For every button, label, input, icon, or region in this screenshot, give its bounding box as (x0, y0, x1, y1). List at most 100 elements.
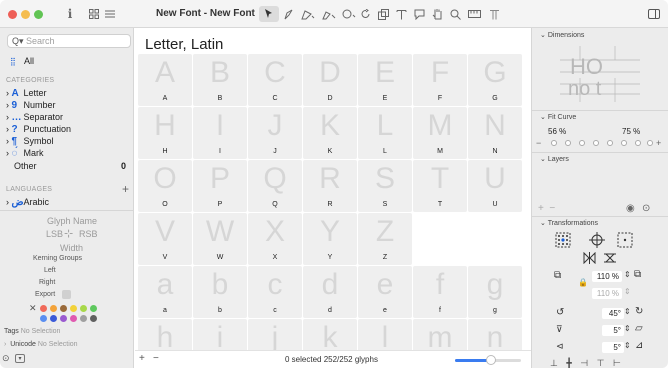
disclosure-arrow-icon[interactable]: › (6, 100, 9, 110)
lock-proportions-icon[interactable]: 🔒 (578, 278, 588, 287)
fit-curve-right-value[interactable]: 75 % (622, 127, 640, 136)
glyph-cell[interactable]: bb (193, 266, 247, 318)
color-swatch[interactable] (90, 315, 97, 322)
glyph-cell[interactable]: JJ (248, 107, 302, 159)
type-tool-icon[interactable] (488, 6, 501, 22)
search-input[interactable]: Q▾ Search (7, 34, 131, 48)
tags-row[interactable]: Tags No Selection (4, 328, 60, 335)
add-language-button[interactable]: + (122, 182, 129, 196)
align-tools-icons[interactable]: ⊥ ╋ ⊣ ⊤ ⊢ (550, 358, 624, 368)
glyph-cell[interactable]: k (303, 319, 357, 354)
glyph-cell[interactable]: NN (468, 107, 522, 159)
draw-tool-icon[interactable] (299, 6, 317, 22)
color-swatch[interactable] (40, 315, 47, 322)
disclosure-arrow-icon[interactable]: › (6, 112, 9, 122)
sidebar-item-separator[interactable]: › … Separator (6, 112, 63, 123)
glyph-cell[interactable]: i (193, 319, 247, 354)
color-swatch[interactable] (50, 305, 57, 312)
slant-x-field[interactable]: 5° (602, 325, 624, 336)
scale-up-icon[interactable]: ⧉ (634, 269, 641, 280)
glyph-cell[interactable]: l (358, 319, 412, 354)
glyph-name-field[interactable]: Glyph Name (47, 216, 97, 226)
rotate-tool-icon[interactable] (360, 6, 372, 22)
disclosure-arrow-icon[interactable]: › (6, 136, 9, 146)
sidebar-item-all[interactable]: ⣿ All (10, 56, 34, 66)
disclosure-arrow-icon[interactable]: › (6, 88, 9, 98)
glyph-cell[interactable]: n (468, 319, 522, 354)
disclosure-arrow-icon[interactable]: › (6, 197, 9, 207)
zoom-slider-knob[interactable] (486, 355, 497, 365)
glyph-cell[interactable]: LL (358, 107, 412, 159)
glyph-cell[interactable]: HH (138, 107, 192, 159)
pen-tool-icon[interactable] (281, 6, 295, 22)
fit-curve-left-value[interactable]: 56 % (548, 127, 566, 136)
glyph-cell[interactable]: gg (468, 266, 522, 318)
glyph-cell[interactable]: SS (358, 160, 412, 212)
color-swatch[interactable] (70, 315, 77, 322)
glyph-cell[interactable]: cc (248, 266, 302, 318)
layer-options-icon[interactable]: ⊙ (642, 203, 650, 214)
hand-tool-icon[interactable] (431, 6, 444, 22)
color-swatch[interactable] (90, 305, 97, 312)
glyph-cell[interactable]: dd (303, 266, 357, 318)
measure-tool-icon[interactable] (467, 6, 482, 22)
add-layer-button[interactable]: + − (538, 203, 555, 214)
glyph-cell[interactable]: II (193, 107, 247, 159)
zoom-tool-icon[interactable] (449, 6, 462, 22)
slant-right-icon[interactable]: ▱ (635, 323, 643, 334)
glyph-cell[interactable]: WW (193, 213, 247, 265)
color-swatch[interactable] (50, 315, 57, 322)
unicode-row[interactable]: › Unicode No Selection (4, 341, 78, 348)
glyph-cell[interactable]: VV (138, 213, 192, 265)
fit-curve-section[interactable]: ⌄ Fit Curve (540, 113, 576, 121)
component-tool-icon[interactable] (377, 6, 390, 22)
skew-right-icon[interactable]: ⊿ (635, 340, 643, 351)
grid-view-icon[interactable] (88, 6, 100, 22)
glyph-cell[interactable]: TT (413, 160, 467, 212)
glyph-cell[interactable]: ff (413, 266, 467, 318)
shape-tool-icon[interactable] (340, 6, 358, 22)
glyph-cell[interactable]: h (138, 319, 192, 354)
color-swatch[interactable] (60, 315, 67, 322)
slant-y-field[interactable]: 5° (602, 342, 624, 353)
flip-controls[interactable] (582, 251, 622, 265)
glyph-cell[interactable]: aa (138, 266, 192, 318)
glyph-cell[interactable]: QQ (248, 160, 302, 212)
scale-y-field[interactable]: 110 % (592, 288, 622, 299)
slant-x-stepper[interactable]: ⇕ (624, 324, 631, 333)
rotate-cw-icon[interactable]: ↻ (635, 306, 643, 317)
filter-dropdown-icon[interactable]: ▾ (15, 354, 25, 363)
slant-left-icon[interactable]: ⊽ (556, 324, 563, 335)
glyph-cell[interactable]: j (248, 319, 302, 354)
text-tool-icon[interactable] (395, 6, 408, 22)
minimize-window-button[interactable] (21, 10, 30, 19)
glyph-cell[interactable]: BB (193, 54, 247, 106)
zoom-window-button[interactable] (34, 10, 43, 19)
glyph-cell[interactable]: ee (358, 266, 412, 318)
export-checkbox[interactable] (62, 290, 71, 299)
scale-x-stepper[interactable]: ⇕ (624, 270, 631, 279)
info-icon[interactable]: i (65, 6, 75, 22)
disclosure-arrow-icon[interactable]: › (4, 341, 6, 348)
glyph-cell[interactable]: KK (303, 107, 357, 159)
glyph-cell[interactable]: OO (138, 160, 192, 212)
sidebar-item-number[interactable]: › 9 Number (6, 100, 56, 111)
glyph-cell[interactable]: FF (413, 54, 467, 106)
sidebar-toggle-icon[interactable] (647, 6, 660, 22)
glyph-cell[interactable]: ZZ (358, 213, 412, 265)
zoom-slider[interactable] (455, 355, 521, 365)
glyph-cell[interactable]: m (413, 319, 467, 354)
sidebar-item-punctuation[interactable]: › ? Punctuation (6, 124, 71, 135)
disclosure-arrow-icon[interactable]: › (6, 124, 9, 134)
sidebar-item-other[interactable]: Other 0 (14, 161, 126, 171)
glyph-cell[interactable]: EE (358, 54, 412, 106)
glyph-cell[interactable]: CC (248, 54, 302, 106)
glyph-cell[interactable]: AA (138, 54, 192, 106)
color-swatch[interactable] (40, 305, 47, 312)
dimensions-section[interactable]: ⌄ Dimensions (540, 31, 584, 39)
glyph-cell[interactable]: MM (413, 107, 467, 159)
layers-section[interactable]: ⌄ Layers (540, 155, 569, 163)
glyph-cell[interactable]: DD (303, 54, 357, 106)
color-swatch[interactable] (70, 305, 77, 312)
scale-y-stepper[interactable]: ⇕ (624, 287, 631, 296)
